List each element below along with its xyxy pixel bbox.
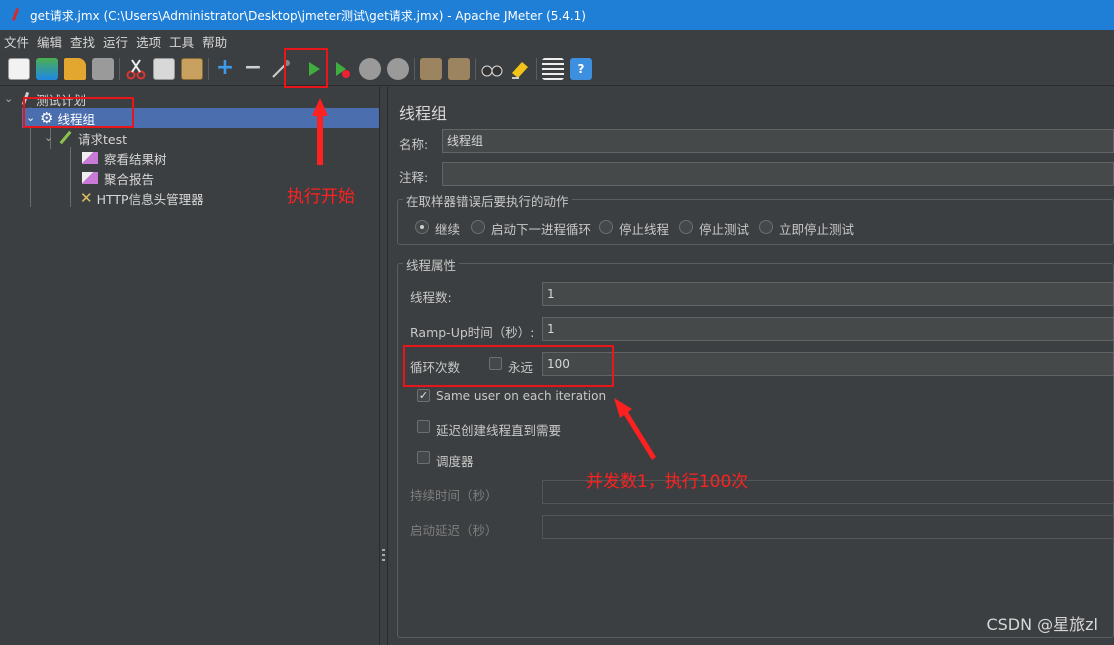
watermark: CSDN @星旅zl bbox=[986, 615, 1098, 634]
arrow-up-icon bbox=[312, 98, 328, 165]
arrow-diagonal-icon bbox=[614, 398, 656, 460]
annotation-concurrency: 并发数1，执行100次 bbox=[586, 472, 749, 492]
annotation-arrows bbox=[312, 98, 656, 460]
annotation-start: 执行开始 bbox=[287, 187, 355, 207]
